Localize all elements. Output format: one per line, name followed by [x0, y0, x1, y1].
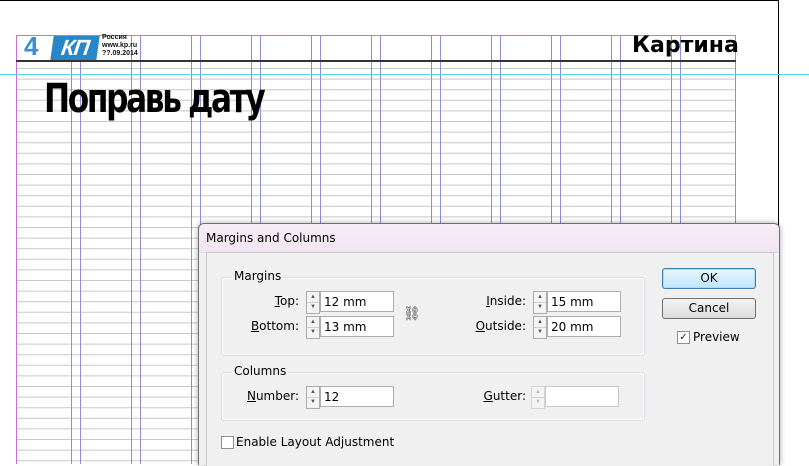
- section-title: Картина: [632, 33, 739, 58]
- outside-label: Outside:: [475, 319, 526, 333]
- cancel-button[interactable]: Cancel: [662, 298, 756, 319]
- top-input[interactable]: 12 mm: [320, 291, 394, 312]
- kp-logo: КП: [50, 35, 100, 60]
- margins-group-label: Margins: [232, 269, 284, 283]
- bottom-stepper[interactable]: ▲ ▼: [306, 316, 320, 339]
- ok-button[interactable]: OK: [662, 268, 756, 289]
- inside-input[interactable]: 15 mm: [547, 291, 621, 312]
- inside-stepper[interactable]: ▲ ▼: [533, 291, 547, 314]
- top-label: Top:: [274, 294, 299, 308]
- headline[interactable]: Поправь дату: [44, 76, 266, 122]
- top-stepper[interactable]: ▲ ▼: [306, 291, 320, 314]
- bottom-input[interactable]: 13 mm: [320, 316, 394, 337]
- logo-meta-date: ??.09.2014: [102, 50, 138, 57]
- enable-layout-adjustment-label[interactable]: Enable Layout Adjustment: [236, 435, 394, 449]
- stepper-down-icon[interactable]: ▼: [307, 327, 319, 337]
- outside-stepper[interactable]: ▲ ▼: [533, 316, 547, 339]
- logo-meta-site: www.kp.ru: [102, 42, 138, 49]
- stepper-down-icon[interactable]: ▼: [534, 327, 546, 337]
- stepper-down-icon[interactable]: ▼: [307, 397, 319, 407]
- header-rule: [16, 60, 736, 62]
- bottom-label: Bottom:: [250, 319, 299, 333]
- preview-label[interactable]: Preview: [693, 330, 740, 344]
- ruler-guide[interactable]: [0, 74, 809, 75]
- enable-layout-adjustment-checkbox[interactable]: [221, 436, 234, 449]
- dialog-title: Margins and Columns: [206, 231, 336, 245]
- columns-group-label: Columns: [232, 364, 289, 378]
- logo-meta: Россия www.kp.ru ??.09.2014: [102, 34, 138, 58]
- logo-meta-country: Россия: [102, 34, 127, 41]
- gutter-label: Gutter:: [483, 389, 526, 403]
- number-label: Number:: [246, 389, 299, 403]
- stepper-down-icon[interactable]: ▼: [307, 302, 319, 312]
- chain-link-icon[interactable]: ⛓: [403, 306, 421, 322]
- page-border-top: [0, 0, 779, 1]
- inside-label: Inside:: [486, 294, 526, 308]
- stepper-down-icon[interactable]: ▼: [534, 302, 546, 312]
- preview-checkbox[interactable]: ✓: [677, 331, 690, 344]
- number-stepper[interactable]: ▲ ▼: [306, 386, 320, 409]
- gutter-input[interactable]: [545, 386, 619, 407]
- number-input[interactable]: 12: [320, 386, 394, 407]
- page-number: 4: [24, 31, 39, 61]
- outside-input[interactable]: 20 mm: [547, 316, 621, 337]
- dialog-title-bar[interactable]: Margins and Columns: [199, 224, 779, 253]
- gutter-stepper[interactable]: ▲ ▼: [531, 386, 545, 409]
- stepper-down-icon[interactable]: ▼: [532, 397, 544, 407]
